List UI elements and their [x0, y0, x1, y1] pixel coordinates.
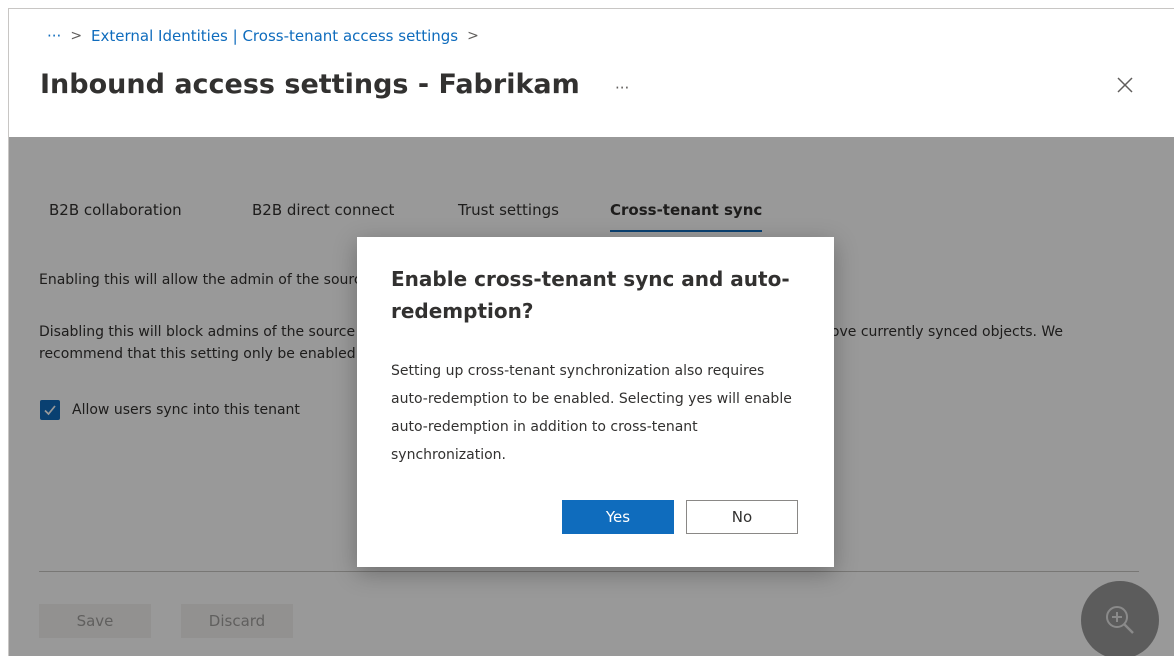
- blade-header: ··· > External Identities | Cross-tenant…: [9, 9, 1174, 137]
- breadcrumb-more-button[interactable]: ···: [47, 27, 61, 45]
- title-more-button[interactable]: ···: [615, 79, 629, 97]
- zoom-in-icon: [1106, 606, 1134, 634]
- close-button[interactable]: [1111, 71, 1139, 99]
- blade-panel: ··· > External Identities | Cross-tenant…: [8, 8, 1174, 656]
- chevron-right-icon: >: [467, 28, 479, 44]
- dialog-title: Enable cross-tenant sync and auto-redemp…: [391, 267, 790, 323]
- chevron-right-icon: >: [70, 28, 83, 44]
- close-icon: [1117, 77, 1133, 93]
- breadcrumb: ··· > External Identities | Cross-tenant…: [47, 27, 488, 45]
- no-button[interactable]: No: [686, 500, 798, 534]
- confirm-dialog: Enable cross-tenant sync and auto-redemp…: [357, 237, 834, 567]
- zoom-button[interactable]: [1081, 581, 1159, 656]
- dialog-body: Setting up cross-tenant synchronization …: [391, 363, 792, 463]
- breadcrumb-item-cross-tenant-access-settings[interactable]: External Identities | Cross-tenant acces…: [91, 27, 458, 45]
- page-title: Inbound access settings - Fabrikam: [40, 69, 580, 100]
- yes-button[interactable]: Yes: [562, 500, 674, 534]
